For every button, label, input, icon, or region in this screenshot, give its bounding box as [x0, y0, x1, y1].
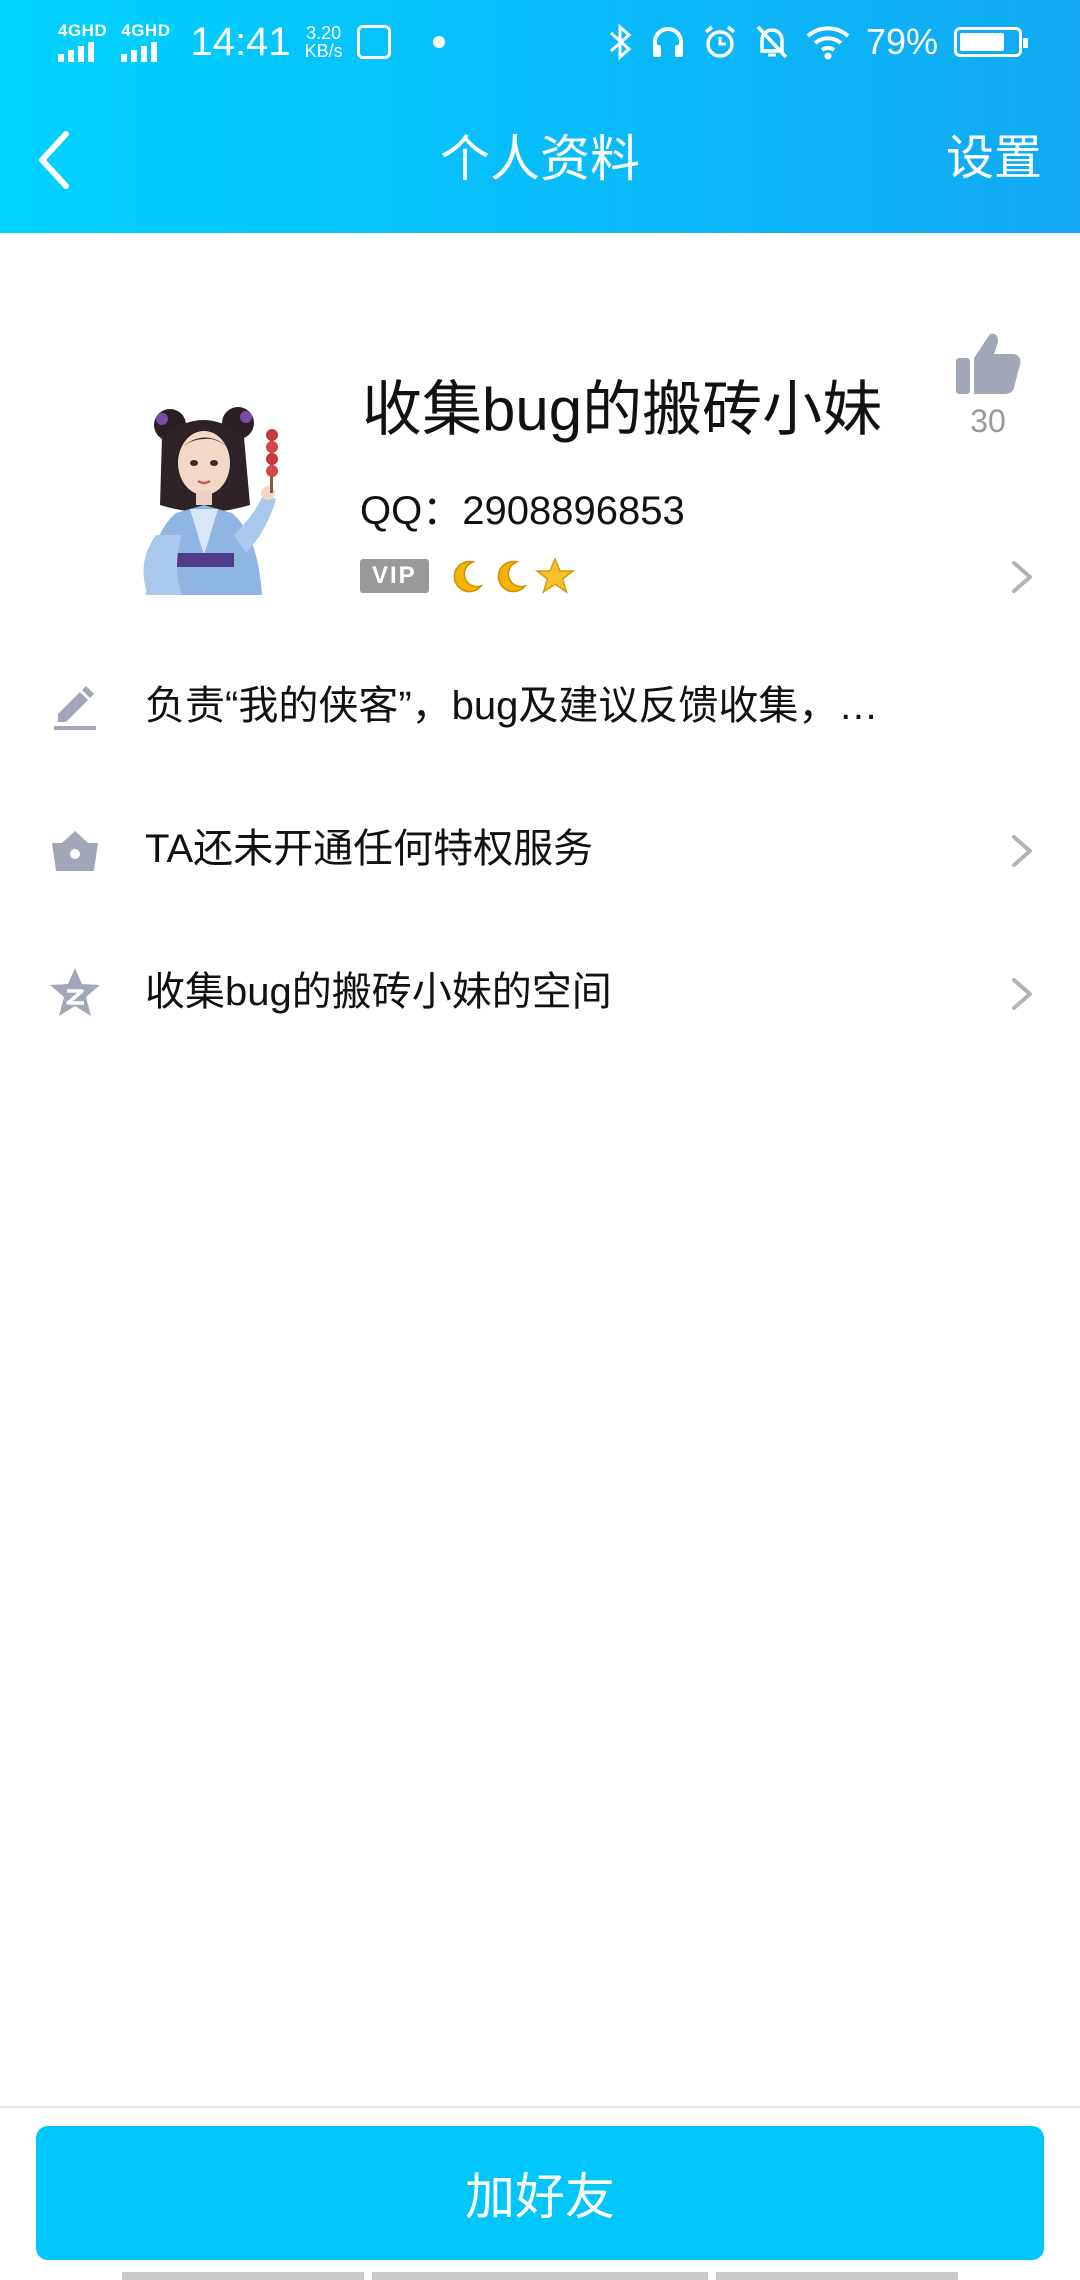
alarm-icon	[704, 25, 736, 58]
qzone-star-icon	[50, 968, 100, 1016]
page-title: 个人资料	[440, 131, 640, 187]
star-icon	[534, 557, 575, 594]
bottom-divider	[0, 2106, 1080, 2108]
level-icons	[447, 556, 575, 596]
nav-bar: 个人资料 设置	[0, 84, 1080, 233]
chevron-right-icon	[1012, 978, 1032, 1010]
speed-value: 3.20	[306, 23, 342, 43]
qq-number: QQ：2908896853	[360, 489, 685, 533]
qzone-text: 收集bug的搬砖小妹的空间	[145, 970, 612, 1014]
avatar[interactable]	[126, 385, 286, 605]
sim1-signal-icon: 4GHD	[58, 22, 107, 62]
signature-row[interactable]: 负责“我的侠客”，bug及建议反馈收集，…	[0, 652, 1080, 762]
moon-icon	[497, 560, 527, 593]
headphones-icon	[652, 27, 683, 57]
sim1-label: 4GHD	[58, 21, 108, 40]
qzone-row[interactable]: 收集bug的搬砖小妹的空间	[0, 938, 1080, 1048]
notification-dot-icon	[432, 36, 445, 48]
signature-text: 负责“我的侠客”，bug及建议反馈收集，…	[145, 684, 879, 728]
settings-button[interactable]: 设置	[946, 124, 1042, 194]
status-bar: 4GHD 4GHD 14:41 3.20 KB/s 79%	[0, 0, 1080, 84]
like-button[interactable]: 30	[948, 330, 1028, 441]
battery-percent: 79%	[865, 21, 938, 62]
mute-icon	[756, 25, 788, 59]
header-background: 4GHD 4GHD 14:41 3.20 KB/s 79% 个人资料 设置	[0, 0, 1080, 233]
usb-debug-icon	[356, 25, 391, 59]
privilege-text: TA还未开通任何特权服务	[145, 827, 594, 871]
wifi-icon	[806, 26, 850, 60]
chevron-right-icon	[1012, 835, 1032, 867]
profile-name: 收集bug的搬砖小妹	[362, 376, 883, 443]
chevron-right-icon[interactable]	[1008, 557, 1036, 597]
crown-bag-icon	[52, 831, 98, 871]
vip-badge: VIP	[360, 559, 429, 593]
moon-icon	[453, 560, 483, 593]
like-count: 30	[970, 403, 1006, 439]
sim2-signal-icon: 4GHD	[121, 22, 170, 62]
speed-unit: KB/s	[304, 41, 343, 61]
thumbs-up-icon	[956, 333, 1021, 394]
bluetooth-icon	[609, 23, 632, 61]
home-indicator	[0, 2272, 1080, 2280]
badge-row[interactable]: VIP	[360, 556, 575, 596]
add-friend-button[interactable]: 加好友	[36, 2126, 1044, 2260]
edit-icon	[54, 686, 96, 730]
clock: 14:41	[190, 20, 291, 64]
privilege-row[interactable]: TA还未开通任何特权服务	[0, 795, 1080, 905]
network-speed: 3.20 KB/s	[305, 24, 343, 60]
sim2-label: 4GHD	[121, 21, 171, 40]
battery-icon	[954, 27, 1028, 57]
